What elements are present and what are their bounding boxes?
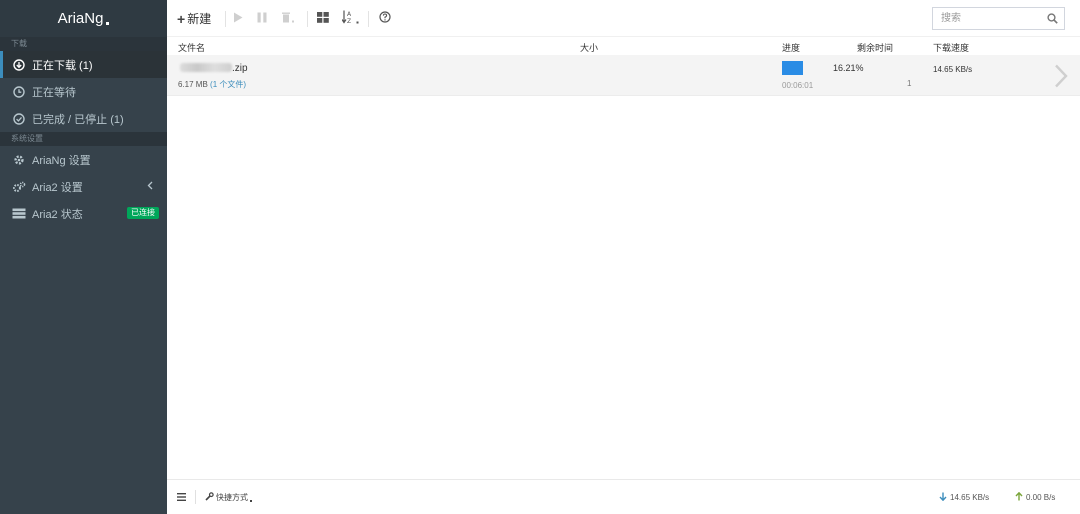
task-progress-fill <box>782 61 803 75</box>
shortcut-label: 快捷方式 <box>216 493 248 502</box>
sidebar-item-label: 已完成 / 已停止 (1) <box>32 113 124 126</box>
arrow-up-icon <box>1015 491 1026 503</box>
sidebar: AriaNg 下载 正在下载 (1) 正在等待 已完成 / 已停止 (1) 系统… <box>0 0 167 514</box>
task-progress-percent: 16.21% <box>833 63 864 73</box>
new-task-button[interactable]: + 新建 <box>177 0 211 37</box>
task-progress-bar <box>782 61 803 75</box>
status-footer: 快捷方式 14.65 KB/s 0.00 B/s <box>167 479 1080 514</box>
upload-speed-value: 0.00 B/s <box>1026 493 1056 502</box>
new-task-label: 新建 <box>187 12 212 26</box>
svg-text:A: A <box>347 11 352 18</box>
column-header-speed[interactable]: 下载速度 <box>933 41 969 54</box>
menu-toggle-button[interactable] <box>177 492 186 504</box>
column-header-progress[interactable]: 进度 <box>782 41 800 54</box>
task-files-link[interactable]: (1 个文件) <box>210 80 246 89</box>
download-circle-icon <box>12 58 26 72</box>
status-badge: 已连接 <box>127 207 159 219</box>
gear-icon <box>12 153 26 167</box>
column-header-remaining[interactable]: 剩余时间 <box>857 41 893 54</box>
pause-icon <box>257 12 267 26</box>
chevron-left-icon <box>147 181 153 193</box>
help-button[interactable] <box>379 0 391 37</box>
play-icon <box>233 12 243 26</box>
task-size: 6.17 MB <box>178 80 208 89</box>
plus-icon: + <box>177 10 186 27</box>
brand-header[interactable]: AriaNg <box>0 0 167 37</box>
task-connections: 1 <box>907 79 912 88</box>
server-icon <box>12 207 26 221</box>
sidebar-item-ariang-settings[interactable]: AriaNg 设置 <box>0 146 167 173</box>
start-button[interactable] <box>233 0 243 37</box>
search-input[interactable] <box>933 8 1038 29</box>
arrow-down-icon <box>939 492 950 503</box>
task-file-meta: 6.17 MB (1 个文件) <box>178 79 246 90</box>
sort-alpha-icon: AZ <box>341 10 359 27</box>
footer-divider <box>195 490 196 504</box>
sidebar-item-label: 正在下载 (1) <box>32 59 93 72</box>
section-header-settings: 系统设置 <box>0 132 167 146</box>
svg-text:Z: Z <box>347 18 351 24</box>
hamburger-icon <box>177 492 186 504</box>
global-download-speed: 14.65 KB/s <box>939 492 989 503</box>
grid-icon <box>317 11 329 26</box>
sidebar-item-stopped[interactable]: 已完成 / 已停止 (1) <box>0 105 167 132</box>
brand-dot-icon <box>106 22 110 25</box>
global-upload-speed: 0.00 B/s <box>1015 491 1056 503</box>
task-table-header: 文件名 大小 进度 剩余时间 下载速度 <box>167 38 1080 54</box>
wrench-icon <box>205 492 214 503</box>
search-box <box>932 7 1065 30</box>
section-header-download: 下载 <box>0 37 167 51</box>
download-speed-value: 14.65 KB/s <box>950 493 990 502</box>
chevron-right-icon[interactable] <box>1054 64 1068 91</box>
caret-dot-icon <box>250 499 252 502</box>
trash-icon <box>281 11 294 26</box>
sidebar-item-waiting[interactable]: 正在等待 <box>0 78 167 105</box>
question-circle-icon <box>379 11 391 26</box>
delete-button[interactable] <box>281 0 294 37</box>
toolbar-divider <box>225 11 226 27</box>
clock-icon <box>12 85 26 99</box>
redacted-name <box>180 63 232 72</box>
toolbar-divider <box>368 11 369 27</box>
column-header-name[interactable]: 文件名 <box>178 41 205 54</box>
sidebar-item-downloading[interactable]: 正在下载 (1) <box>0 51 167 78</box>
table-row[interactable]: .zip 6.17 MB (1 个文件) 00:06:01 16.21% 1 1… <box>167 55 1080 96</box>
task-elapsed-time: 00:06:01 <box>782 81 814 90</box>
task-file-name[interactable]: .zip <box>180 63 248 74</box>
brand-title: AriaNg <box>57 10 104 27</box>
toolbar: + 新建 AZ <box>167 0 1080 37</box>
display-mode-button[interactable] <box>317 0 329 37</box>
sidebar-item-label: 正在等待 <box>32 86 76 99</box>
shortcut-menu-button[interactable]: 快捷方式 <box>205 492 252 503</box>
task-download-speed: 14.65 KB/s <box>933 65 973 74</box>
column-header-size[interactable]: 大小 <box>580 41 598 54</box>
sidebar-item-aria2-status[interactable]: Aria2 状态 已连接 <box>0 200 167 227</box>
gears-icon <box>12 180 26 194</box>
sidebar-item-label: Aria2 设置 <box>32 181 83 194</box>
pause-button[interactable] <box>257 0 267 37</box>
check-circle-icon <box>12 112 26 126</box>
search-icon[interactable] <box>1047 13 1058 27</box>
task-file-extension: .zip <box>232 63 248 74</box>
toolbar-divider <box>307 11 308 27</box>
sidebar-item-label: AriaNg 设置 <box>32 154 91 167</box>
sort-button[interactable]: AZ <box>341 0 359 37</box>
sidebar-item-aria2-settings[interactable]: Aria2 设置 <box>0 173 167 200</box>
sidebar-item-label: Aria2 状态 <box>32 208 83 221</box>
